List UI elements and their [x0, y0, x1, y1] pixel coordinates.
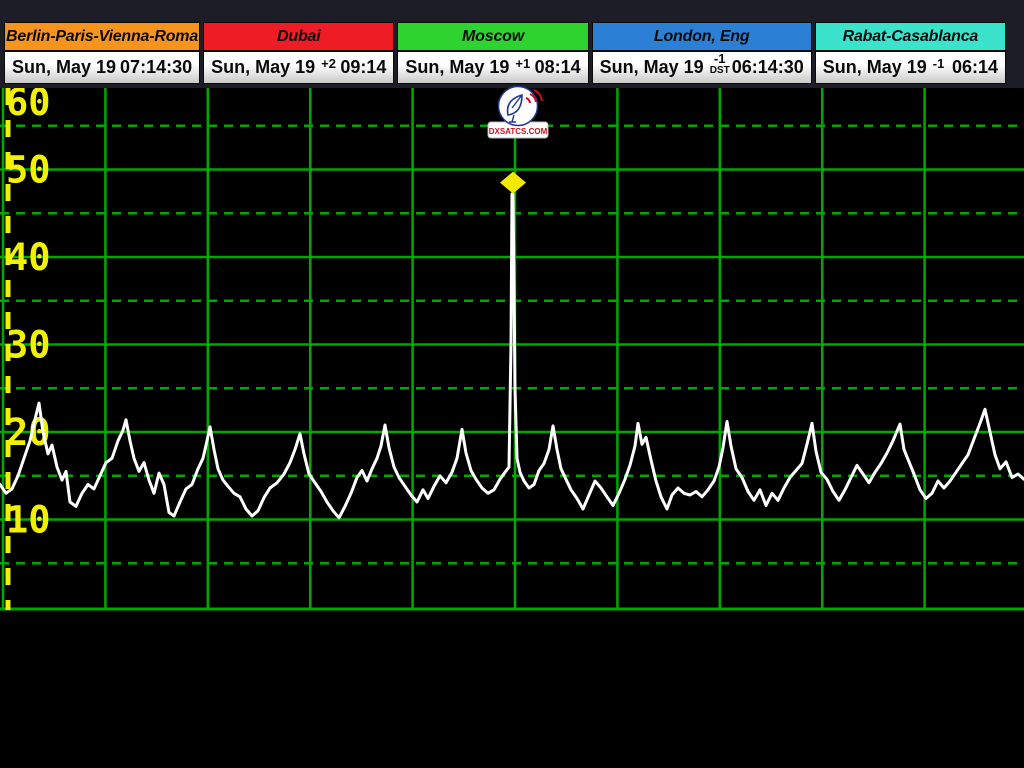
time-value: 08:14 [535, 57, 581, 78]
clock-cell-dubai[interactable]: Dubai Sun, May 19 +2 09:14 [203, 22, 394, 84]
city-name: Moscow [398, 23, 587, 52]
peak-marker-icon [500, 172, 526, 194]
time-row: Sun, May 19 -1 DST 06:14:30 [593, 52, 811, 83]
clock-cell-moscow[interactable]: Moscow Sun, May 19 +1 08:14 [397, 22, 588, 84]
city-name: Dubai [204, 23, 393, 52]
date-label: Sun, May 19 [12, 57, 116, 78]
world-clock-bar: Berlin-Paris-Vienna-Roma Sun, May 19 07:… [4, 22, 1006, 84]
y-tick-label: 10 [6, 499, 51, 542]
date-label: Sun, May 19 [823, 57, 927, 78]
y-tick-label: 30 [6, 324, 51, 367]
spectrum-canvas: 102030405060 [0, 88, 1024, 612]
y-tick-label: 40 [6, 236, 51, 279]
time-row: Sun, May 19 -1 06:14 [816, 52, 1005, 83]
logo-text: DXSATCS.COM [489, 127, 548, 136]
tz-offset: +2 [321, 57, 336, 70]
dxsatcs-logo: DXSATCS.COM [487, 86, 549, 142]
time-row: Sun, May 19 +1 08:14 [398, 52, 587, 83]
time-value: 09:14 [340, 57, 386, 78]
time-value: 06:14 [952, 57, 998, 78]
y-tick-label: 60 [6, 88, 51, 124]
time-value: 06:14:30 [732, 57, 804, 78]
time-value: 07:14:30 [120, 57, 192, 78]
readout-panel: SP 100KHz 600 HzW 12501.010 MHz. Pwr 48.… [0, 612, 1024, 768]
tz-offset: +1 [515, 57, 530, 70]
spectrum-plot: 102030405060 [0, 88, 1024, 612]
city-name: Berlin-Paris-Vienna-Roma [5, 23, 199, 52]
satellite-meter-screen: Berlin-Paris-Vienna-Roma Sun, May 19 07:… [0, 0, 1024, 768]
time-row: Sun, May 19 07:14:30 [5, 52, 199, 83]
date-label: Sun, May 19 [600, 57, 704, 78]
date-label: Sun, May 19 [211, 57, 315, 78]
clock-cell-rabat[interactable]: Rabat-Casablanca Sun, May 19 -1 06:14 [815, 22, 1006, 84]
satellite-dish-icon: DXSATCS.COM [487, 86, 549, 142]
y-tick-label: 50 [6, 149, 51, 192]
clock-cell-london[interactable]: London, Eng Sun, May 19 -1 DST 06:14:30 [592, 22, 812, 84]
tz-offset: -1 [933, 57, 945, 70]
clock-cell-berlin[interactable]: Berlin-Paris-Vienna-Roma Sun, May 19 07:… [4, 22, 200, 84]
date-label: Sun, May 19 [405, 57, 509, 78]
spectrum-trace [0, 194, 1024, 518]
city-name: London, Eng [593, 23, 811, 52]
city-name: Rabat-Casablanca [816, 23, 1005, 52]
time-row: Sun, May 19 +2 09:14 [204, 52, 393, 83]
tz-offset-dst: -1 DST [710, 52, 730, 76]
